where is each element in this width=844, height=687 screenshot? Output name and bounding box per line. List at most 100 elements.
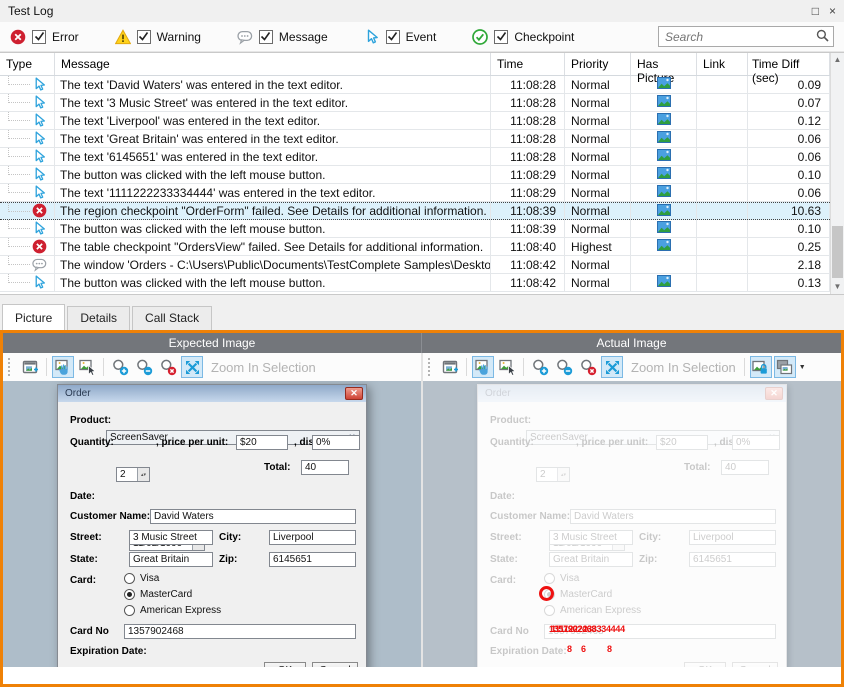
table-row[interactable]: The region checkpoint "OrderForm" failed… xyxy=(0,202,830,220)
quantity-label: Quantity: xyxy=(70,437,114,448)
checkpoint-checkbox[interactable] xyxy=(494,30,508,44)
col-time[interactable]: Time xyxy=(491,53,565,75)
tree-indent xyxy=(8,112,30,121)
picture-icon xyxy=(657,239,671,254)
quantity-field: 2 xyxy=(116,467,150,482)
row-time: 11:08:42 xyxy=(491,256,565,273)
filter-toolbar: Error Warning Message Event Checkpoint xyxy=(0,22,844,52)
row-time: 11:08:28 xyxy=(491,112,565,129)
zoom-out-icon[interactable] xyxy=(553,356,575,378)
row-message: The button was clicked with the left mou… xyxy=(55,274,491,291)
col-has-picture[interactable]: Has Picture xyxy=(631,53,697,75)
col-message[interactable]: Message xyxy=(55,53,491,75)
picture-icon xyxy=(657,185,671,200)
customer-name-label: Customer Name: xyxy=(70,511,150,522)
compare-view-icon[interactable] xyxy=(774,356,796,378)
scroll-down-icon[interactable]: ▼ xyxy=(831,280,844,294)
tree-indent xyxy=(8,166,30,175)
row-message: The region checkpoint "OrderForm" failed… xyxy=(55,203,491,219)
pan-mode-icon[interactable] xyxy=(52,356,74,378)
table-row[interactable]: The text 'Great Britain' was entered in … xyxy=(0,130,830,148)
error-checkbox[interactable] xyxy=(32,30,46,44)
picture-panel-headers: Expected Image Actual Image xyxy=(3,333,841,353)
event-cursor-icon xyxy=(32,221,48,237)
event-checkbox[interactable] xyxy=(386,30,400,44)
filter-message: Message xyxy=(237,29,328,45)
table-row[interactable]: The text 'David Waters' was entered in t… xyxy=(0,76,830,94)
view-image-in-window-icon[interactable] xyxy=(439,356,461,378)
scrollbar-thumb[interactable] xyxy=(832,226,843,278)
zoom-in-selection-icon[interactable] xyxy=(181,356,203,378)
zoom-in-selection-icon[interactable] xyxy=(601,356,623,378)
message-checkbox[interactable] xyxy=(259,30,273,44)
row-priority: Normal xyxy=(565,203,631,219)
zoom-selection-label: Zoom In Selection xyxy=(211,360,316,375)
expected-image-header: Expected Image xyxy=(3,333,422,353)
dropdown-arrow-icon[interactable]: ▼ xyxy=(799,364,806,371)
expected-image-area[interactable]: Order ✕ Product: ScreenSaver Quantity: 2… xyxy=(3,381,421,667)
row-message: The text 'David Waters' was entered in t… xyxy=(55,76,491,93)
filter-warning: Warning xyxy=(115,29,201,45)
col-time-diff[interactable]: Time Diff (sec) xyxy=(748,53,830,75)
log-table-body: The text 'David Waters' was entered in t… xyxy=(0,76,844,292)
col-type[interactable]: Type xyxy=(0,53,55,75)
zoom-reset-icon[interactable] xyxy=(577,356,599,378)
row-time-diff: 0.13 xyxy=(748,274,830,291)
tab-details[interactable]: Details xyxy=(67,306,130,330)
row-link xyxy=(697,274,748,291)
table-row[interactable]: The text '6145651' was entered in the te… xyxy=(0,148,830,166)
close-icon[interactable]: × xyxy=(829,4,836,18)
table-row[interactable]: The text 'Liverpool' was entered in the … xyxy=(0,112,830,130)
row-link xyxy=(697,94,748,111)
warning-checkbox[interactable] xyxy=(137,30,151,44)
zoom-in-icon[interactable] xyxy=(109,356,131,378)
tab-picture[interactable]: Picture xyxy=(2,304,65,330)
col-priority[interactable]: Priority xyxy=(565,53,631,75)
tree-indent xyxy=(8,130,30,139)
lock-images-icon[interactable] xyxy=(750,356,772,378)
pan-mode-icon[interactable] xyxy=(472,356,494,378)
actual-image-area[interactable]: Order ✕ Product: ScreenSaver Quantity: 2… xyxy=(423,381,841,667)
tab-call-stack[interactable]: Call Stack xyxy=(132,306,212,330)
view-image-in-window-icon[interactable] xyxy=(19,356,41,378)
row-message: The text '3 Music Street' was entered in… xyxy=(55,94,491,111)
tree-indent xyxy=(8,94,30,103)
event-cursor-icon xyxy=(32,131,48,147)
table-row[interactable]: The table checkpoint "OrdersView" failed… xyxy=(0,238,830,256)
filter-message-label: Message xyxy=(279,30,328,44)
search-box[interactable] xyxy=(658,26,834,47)
row-link xyxy=(697,166,748,183)
tree-indent xyxy=(8,148,30,157)
maximize-icon[interactable]: □ xyxy=(812,4,819,18)
table-row[interactable]: The text '1111222233334444' was entered … xyxy=(0,184,830,202)
row-time: 11:08:39 xyxy=(491,203,565,219)
table-row[interactable]: The button was clicked with the left mou… xyxy=(0,166,830,184)
zip-label: Zip: xyxy=(219,554,237,565)
select-mode-icon[interactable] xyxy=(76,356,98,378)
log-table-header: Type Message Time Priority Has Picture L… xyxy=(0,53,830,76)
card-no-label: Card No xyxy=(490,626,529,637)
zoom-in-icon[interactable] xyxy=(529,356,551,378)
actual-toolbar: Zoom In Selection ▼ xyxy=(423,353,841,381)
row-time-diff: 0.06 xyxy=(748,130,830,147)
table-row[interactable]: The button was clicked with the left mou… xyxy=(0,220,830,238)
city-field: Liverpool xyxy=(269,530,356,545)
zoom-reset-icon[interactable] xyxy=(157,356,179,378)
col-link[interactable]: Link xyxy=(697,53,748,75)
table-row[interactable]: The window 'Orders - C:\Users\Public\Doc… xyxy=(0,256,830,274)
radio-circle xyxy=(124,573,135,584)
row-time-diff: 0.10 xyxy=(748,220,830,237)
customer-name-field: David Waters xyxy=(570,509,776,524)
row-priority: Normal xyxy=(565,220,631,237)
tree-indent xyxy=(8,184,30,193)
scroll-up-icon[interactable]: ▲ xyxy=(831,53,844,67)
search-input[interactable] xyxy=(665,30,816,44)
table-vertical-scrollbar[interactable]: ▲ ▼ xyxy=(830,53,844,294)
zoom-out-icon[interactable] xyxy=(133,356,155,378)
select-mode-icon[interactable] xyxy=(496,356,518,378)
picture-icon xyxy=(657,275,671,290)
toolbar-grip[interactable] xyxy=(8,358,14,376)
table-row[interactable]: The button was clicked with the left mou… xyxy=(0,274,830,292)
toolbar-grip[interactable] xyxy=(428,358,434,376)
table-row[interactable]: The text '3 Music Street' was entered in… xyxy=(0,94,830,112)
